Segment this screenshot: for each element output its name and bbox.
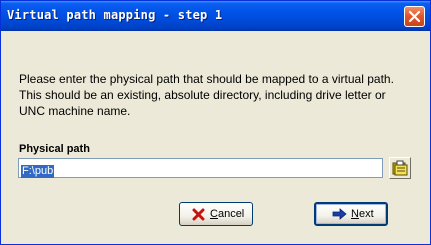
next-label-rest: ext xyxy=(358,208,374,220)
close-button[interactable] xyxy=(404,6,425,27)
browse-button[interactable] xyxy=(389,157,411,179)
cancel-label: Cancel xyxy=(210,208,244,220)
physical-path-label: Physical path xyxy=(19,143,90,155)
arrow-right-icon xyxy=(332,208,347,220)
physical-path-input[interactable]: F:\pub xyxy=(18,158,383,178)
red-x-icon xyxy=(192,208,205,221)
cancel-label-rest: ancel xyxy=(217,208,245,220)
close-icon xyxy=(408,10,421,23)
physical-path-value: F:\pub xyxy=(21,165,55,178)
next-mnemonic: N xyxy=(351,208,359,220)
title-bar[interactable]: Virtual path mapping - step 1 xyxy=(1,1,430,31)
window-title: Virtual path mapping - step 1 xyxy=(7,8,223,22)
next-label: Next xyxy=(351,208,374,220)
cancel-mnemonic: C xyxy=(210,208,218,220)
instruction-text: Please enter the physical path that shou… xyxy=(19,72,394,118)
cancel-button[interactable]: Cancel xyxy=(179,202,253,226)
dialog-window: Virtual path mapping - step 1 Please ent… xyxy=(0,0,431,245)
folder-browse-icon xyxy=(392,160,408,176)
next-button[interactable]: Next xyxy=(314,202,388,226)
